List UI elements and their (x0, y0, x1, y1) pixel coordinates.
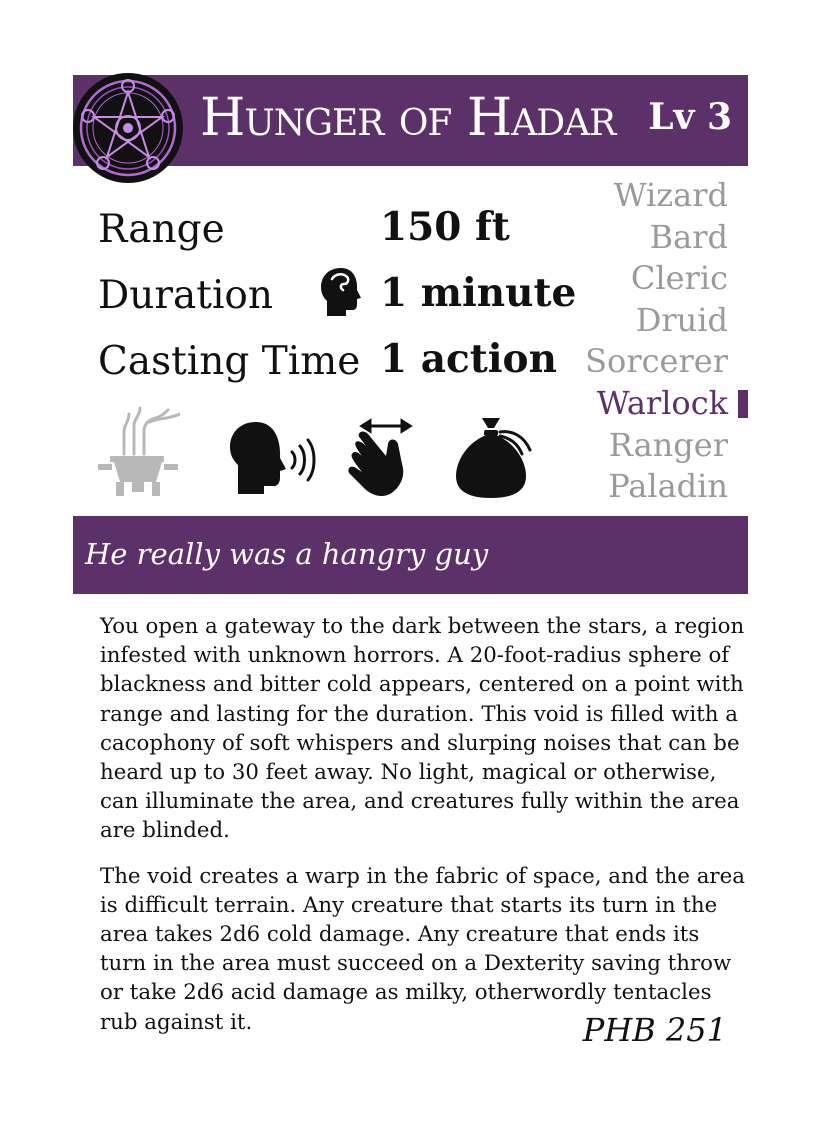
spell-name: Hunger of Hadar (200, 88, 616, 148)
somatic-hand-icon (348, 418, 413, 496)
casting-time-label: Casting Time (98, 339, 361, 384)
range-label: Range (98, 207, 225, 252)
duration-label: Duration (98, 273, 274, 318)
class-sorcerer: Sorcerer (585, 342, 728, 381)
material-pouch-icon (456, 418, 532, 498)
class-paladin: Paladin (608, 467, 728, 506)
class-cleric: Cleric (630, 259, 728, 298)
verbal-speaking-head-icon (230, 422, 316, 494)
class-druid: Druid (635, 300, 728, 339)
description-paragraph: You open a gateway to the dark between t… (100, 614, 745, 844)
source-reference: PHB 251 (582, 1011, 727, 1049)
class-warlock: Warlock (596, 383, 728, 422)
class-list: Wizard Bard Cleric Druid Sorcerer Warloc… (585, 175, 728, 508)
class-bard: Bard (649, 217, 728, 256)
casting-time-value: 1 action (380, 336, 557, 382)
ritual-brazier-icon (98, 406, 180, 496)
duration-value: 1 minute (380, 270, 577, 316)
class-wizard: Wizard (613, 176, 728, 214)
flavor-text: He really was a hangry guy (85, 537, 489, 571)
class-ranger: Ranger (608, 425, 728, 464)
concentration-head-icon (321, 268, 361, 316)
spell-level: Lv 3 (648, 96, 732, 138)
active-class-marker (738, 390, 748, 418)
range-value: 150 ft (380, 204, 510, 250)
magic-circle-emblem-icon (73, 73, 183, 183)
spell-description: You open a gateway to the dark between t… (100, 612, 750, 1053)
